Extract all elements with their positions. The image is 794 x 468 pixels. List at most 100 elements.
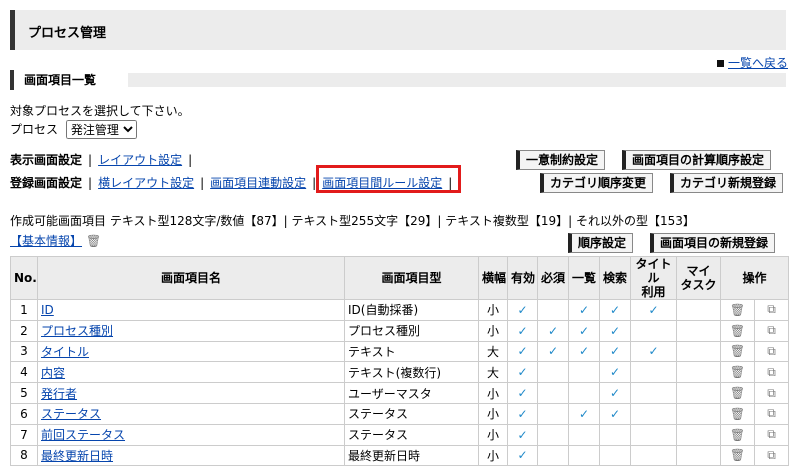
layout-settings-link[interactable]: レイアウト設定 xyxy=(98,153,182,167)
item-name-link[interactable]: 内容 xyxy=(41,366,65,380)
copy-icon[interactable]: ⧉ xyxy=(767,365,776,379)
check-icon: ✓ xyxy=(547,323,559,338)
flag-required xyxy=(537,423,569,446)
flag-search xyxy=(599,423,631,446)
row-number: 1 xyxy=(10,299,38,321)
col-my-task: マイ タスク xyxy=(676,256,721,300)
table-row: 6 ステータス ステータス小 ✓ ✓ ✓ 🗑 ⧉ xyxy=(10,402,790,425)
col-search: 検索 xyxy=(599,256,631,300)
item-type: ステータス xyxy=(344,402,479,425)
section-header: 画面項目一覧 xyxy=(10,70,786,90)
flag-valid: ✓ xyxy=(507,423,538,446)
basic-info-row: 【基本情報】 🗑 xyxy=(10,232,101,249)
trash-icon[interactable]: 🗑 xyxy=(730,448,745,462)
flag-title-use xyxy=(630,444,677,467)
trash-icon[interactable]: 🗑 xyxy=(730,407,745,421)
copy-icon[interactable]: ⧉ xyxy=(767,344,776,358)
copy-icon[interactable]: ⧉ xyxy=(767,323,776,337)
flag-search: ✓ xyxy=(599,340,631,363)
item-width: 大 xyxy=(478,361,508,384)
item-name-cell: ID xyxy=(37,299,345,321)
col-name: 画面項目名 xyxy=(37,256,345,300)
flag-search: ✓ xyxy=(599,299,631,321)
trash-icon[interactable]: 🗑 xyxy=(730,324,745,338)
flag-valid: ✓ xyxy=(507,319,538,342)
copy-cell: ⧉ xyxy=(753,361,790,384)
back-to-list-link[interactable]: 一覧へ戻る xyxy=(728,56,788,70)
trash-icon[interactable]: 🗑 xyxy=(730,386,745,400)
unique-constraint-button[interactable]: 一意制約設定 xyxy=(516,150,606,170)
item-new-button[interactable]: 画面項目の新規登録 xyxy=(650,233,776,253)
trash-icon[interactable]: 🗑 xyxy=(730,303,745,317)
item-name-link[interactable]: プロセス種別 xyxy=(41,324,113,338)
check-icon: ✓ xyxy=(517,406,528,421)
item-width: 小 xyxy=(478,444,508,467)
category-order-button[interactable]: カテゴリ順序変更 xyxy=(540,173,654,193)
item-name-link[interactable]: ステータス xyxy=(41,407,101,421)
section-title: 画面項目一覧 xyxy=(10,70,109,90)
flag-my-task xyxy=(676,319,721,342)
row-number: 8 xyxy=(10,444,38,467)
table-row: 4 内容 テキスト(複数行) 大 ✓ ✓ 🗑 ⧉ xyxy=(10,361,790,384)
delete-cell: 🗑 xyxy=(720,361,755,384)
item-name-cell: タイトル xyxy=(37,340,345,363)
table-row: 5 発行者 ユーザーマスタ小 ✓ ✓ 🗑 ⧉ xyxy=(10,382,790,404)
trash-icon[interactable]: 🗑 xyxy=(730,365,745,379)
row-number: 7 xyxy=(10,423,38,446)
basic-info-link[interactable]: 【基本情報】 xyxy=(10,234,82,248)
item-type: テキスト xyxy=(344,340,479,363)
delete-cell: 🗑 xyxy=(720,444,755,467)
table-row: 1 ID ID(自動採番) 小 ✓ ✓ ✓ ✓ 🗑 ⧉ xyxy=(10,299,790,321)
category-new-button[interactable]: カテゴリ新規登録 xyxy=(670,173,784,193)
copy-cell: ⧉ xyxy=(753,444,790,467)
col-width: 横幅 xyxy=(478,256,508,300)
copy-icon[interactable]: ⧉ xyxy=(767,386,776,400)
check-icon: ✓ xyxy=(578,406,590,421)
back-link-wrap: 一覧へ戻る xyxy=(716,54,788,71)
flag-title-use: ✓ xyxy=(630,299,677,321)
item-name-link[interactable]: 前回ステータス xyxy=(41,428,125,442)
order-settings-button[interactable]: 順序設定 xyxy=(568,233,634,253)
horizontal-layout-link[interactable]: 横レイアウト設定 xyxy=(98,176,194,190)
item-linkage-link[interactable]: 画面項目連動設定 xyxy=(210,176,306,190)
item-name-link[interactable]: タイトル xyxy=(41,345,89,359)
item-name-link[interactable]: ID xyxy=(41,303,54,317)
check-icon: ✓ xyxy=(517,365,528,380)
flag-search: ✓ xyxy=(599,402,631,425)
process-select[interactable]: 発注管理 xyxy=(65,120,137,139)
check-icon: ✓ xyxy=(648,302,659,317)
calc-order-button[interactable]: 画面項目の計算順序設定 xyxy=(622,150,772,170)
item-name-cell: 最終更新日時 xyxy=(37,444,345,467)
table-header-row: No. 画面項目名 画面項目型 横幅 有効 必須 一覧 検索 タイトル 利用 マイ… xyxy=(10,256,790,300)
row-number: 3 xyxy=(10,340,38,363)
delete-cell: 🗑 xyxy=(720,319,755,342)
check-icon: ✓ xyxy=(609,406,621,421)
flag-search xyxy=(599,444,631,467)
delete-cell: 🗑 xyxy=(720,382,755,404)
trash-icon[interactable]: 🗑 xyxy=(730,428,745,442)
flag-required: ✓ xyxy=(537,340,569,363)
flag-title-use xyxy=(630,361,677,384)
check-icon: ✓ xyxy=(517,302,528,317)
copy-icon[interactable]: ⧉ xyxy=(767,448,776,462)
item-width: 小 xyxy=(478,423,508,446)
page-title: プロセス管理 xyxy=(28,26,107,41)
table-row: 3 タイトル テキスト大 ✓ ✓ ✓ ✓ ✓ 🗑 ⧉ xyxy=(10,340,790,363)
check-icon: ✓ xyxy=(578,344,590,359)
check-icon: ✓ xyxy=(648,344,659,359)
flag-valid: ✓ xyxy=(507,361,538,384)
copy-icon[interactable]: ⧉ xyxy=(767,302,776,316)
flag-my-task xyxy=(676,340,721,363)
trash-icon[interactable]: 🗑 xyxy=(730,344,745,358)
check-icon: ✓ xyxy=(517,323,528,338)
item-name-link[interactable]: 最終更新日時 xyxy=(41,449,113,463)
item-name-link[interactable]: 発行者 xyxy=(41,387,77,401)
process-label: プロセス xyxy=(10,122,59,137)
table-row: 7 前回ステータス ステータス小 ✓ 🗑 ⧉ xyxy=(10,423,790,446)
copy-icon[interactable]: ⧉ xyxy=(767,406,776,420)
copy-icon[interactable]: ⧉ xyxy=(767,427,776,441)
check-icon: ✓ xyxy=(578,323,590,338)
table-row: 2 プロセス種別 プロセス種別小 ✓ ✓ ✓ ✓ 🗑 ⧉ xyxy=(10,319,790,342)
row-number: 5 xyxy=(10,382,38,404)
trash-icon[interactable]: 🗑 xyxy=(86,234,101,248)
